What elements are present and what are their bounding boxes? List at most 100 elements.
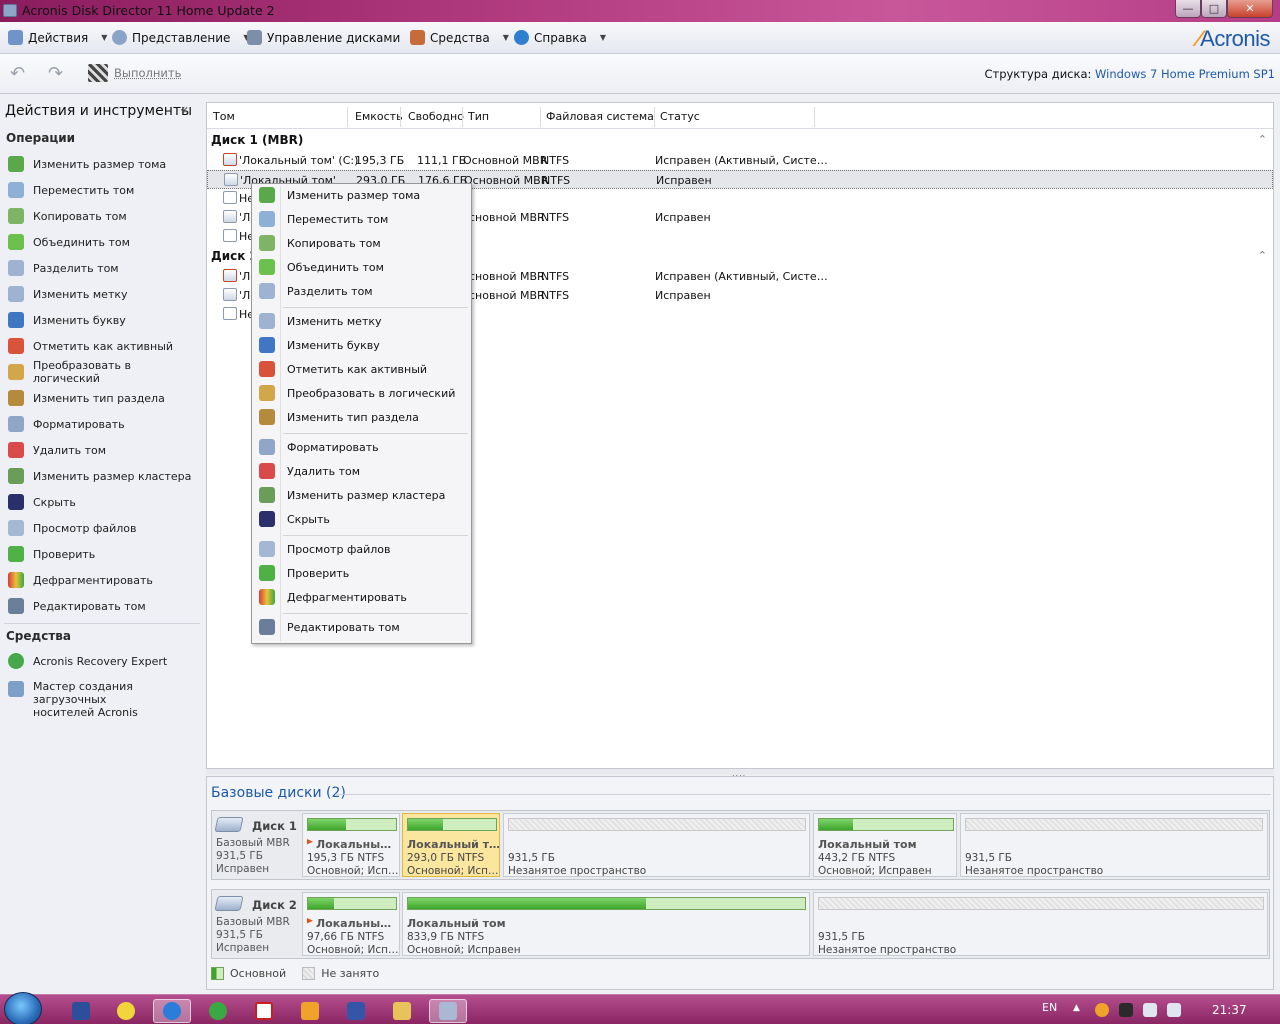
sidebar-item-set-active[interactable]: Отметить как активный (8, 336, 200, 356)
ctx-item-move[interactable]: Переместить том (255, 208, 468, 230)
ctx-item-change-type[interactable]: Изменить тип раздела (255, 406, 468, 428)
volume-row[interactable]: 'Локальный том' (C:) 195,3 ГБ 111,1 ГБ О… (207, 151, 1273, 170)
disk2-info[interactable]: Диск 2 Базовый MBR 931,5 ГБ Исправен (212, 890, 302, 958)
ctx-item-split[interactable]: Разделить том (255, 280, 468, 302)
taskbar-utorrent[interactable] (199, 999, 237, 1023)
column-divider[interactable] (462, 107, 463, 127)
taskbar-internet-explorer[interactable] (153, 999, 191, 1023)
disk1-info[interactable]: Диск 1 Базовый MBR 931,5 ГБ Исправен (212, 811, 302, 879)
clock[interactable]: 21:37 (1212, 1003, 1247, 1017)
ctx-item-convert-logical[interactable]: Преобразовать в логический (255, 382, 468, 404)
sidebar-item-format[interactable]: Форматировать (8, 414, 200, 434)
collapse-chevron-icon[interactable]: ⌃ (1258, 249, 1267, 262)
column-divider[interactable] (347, 107, 348, 127)
menu-disk-management[interactable]: Управление дисками ▼ (247, 30, 419, 45)
ctx-item-check[interactable]: Проверить (255, 562, 468, 584)
column-filesystem[interactable]: Файловая система (546, 110, 654, 123)
taskbar-explorer[interactable] (383, 999, 421, 1023)
sidebar-item-cluster-size[interactable]: Изменить размер кластера (8, 466, 200, 486)
sidebar-item-convert-logical[interactable]: Преобразовать в логический (8, 359, 200, 385)
unallocated-block[interactable]: 931,5 ГБ Незанятое пространство (813, 892, 1268, 956)
sidebar-item-resize[interactable]: Изменить размер тома (8, 154, 200, 174)
ctx-item-label: Удалить том (287, 464, 361, 478)
taskbar-pdf[interactable] (245, 999, 283, 1023)
ctx-item-hide[interactable]: Скрыть (255, 508, 468, 530)
ctx-item-resize[interactable]: Изменить размер тома (255, 184, 468, 206)
ctx-item-copy[interactable]: Копировать том (255, 232, 468, 254)
sidebar-item-delete[interactable]: Удалить том (8, 440, 200, 460)
partition-block[interactable]: Локальный том 443,2 ГБ NTFS Основной; Ис… (813, 813, 957, 877)
unallocated-block[interactable]: 931,5 ГБ Незанятое пространство (503, 813, 810, 877)
disk-structure-link[interactable]: Windows 7 Home Premium SP1 (1095, 67, 1275, 81)
volume-icon[interactable] (1167, 1003, 1181, 1017)
partition-block[interactable]: Локальны… 97,66 ГБ NTFS Основной; Исп… (302, 892, 400, 956)
collapse-chevron-icon[interactable]: ⌃ (1258, 133, 1267, 146)
sidebar-item-edit-volume[interactable]: Редактировать том (8, 596, 200, 616)
menu-tools[interactable]: Средства ▼ (410, 30, 509, 45)
ctx-item-change-letter[interactable]: Изменить букву (255, 334, 468, 356)
ctx-item-set-active[interactable]: Отметить как активный (255, 358, 468, 380)
partition-block[interactable]: Локальный том 833,9 ГБ NTFS Основной; Ис… (402, 892, 810, 956)
sidebar-item-change-letter[interactable]: Изменить букву (8, 310, 200, 330)
menu-actions[interactable]: Действия ▼ (8, 30, 107, 45)
show-hidden-icons[interactable]: ▲ (1073, 1003, 1080, 1017)
menu-help[interactable]: Справка ▼ (514, 30, 606, 45)
partition-block[interactable]: Локальны… 195,3 ГБ NTFS Основной; Исп… (302, 813, 400, 877)
language-indicator[interactable]: EN (1042, 1001, 1057, 1014)
taskbar-calculator[interactable] (337, 999, 375, 1023)
unallocated-block[interactable]: 931,5 ГБ Незанятое пространство (960, 813, 1268, 877)
ctx-item-cluster-size[interactable]: Изменить размер кластера (255, 484, 468, 506)
sidebar-item-recovery-expert[interactable]: Acronis Recovery Expert (8, 651, 200, 671)
taskbar-save[interactable] (62, 999, 100, 1023)
column-status[interactable]: Статус (660, 110, 700, 123)
column-free[interactable]: Свободно (408, 110, 464, 123)
sidebar-item-bootable-media[interactable]: Мастер создания загрузочных носителей Acr… (8, 677, 200, 719)
column-divider[interactable] (814, 107, 815, 127)
sidebar-item-copy[interactable]: Копировать том (8, 206, 200, 226)
sidebar-item-split[interactable]: Разделить том (8, 258, 200, 278)
split-icon (8, 260, 24, 276)
column-divider[interactable] (540, 107, 541, 127)
column-divider[interactable] (400, 107, 401, 127)
sidebar-item-merge[interactable]: Объединить том (8, 232, 200, 252)
taskbar-disk-director[interactable] (429, 999, 467, 1023)
ctx-item-change-label[interactable]: Изменить метку (255, 310, 468, 332)
sidebar-item-defragment[interactable]: Дефрагментировать (8, 570, 200, 590)
network-icon[interactable] (1143, 1003, 1157, 1017)
sidebar-item-move[interactable]: Переместить том (8, 180, 200, 200)
column-volume[interactable]: Том (213, 110, 235, 123)
ctx-item-defragment[interactable]: Дефрагментировать (255, 586, 468, 608)
ctx-item-format[interactable]: Форматировать (255, 436, 468, 458)
ctx-item-edit-volume[interactable]: Редактировать том (255, 616, 468, 638)
sidebar-item-change-label[interactable]: Изменить метку (8, 284, 200, 304)
partition-block-selected[interactable]: Локальный т… 293,0 ГБ NTFS Основной; Исп… (402, 813, 500, 877)
partition-name: Локальны… (307, 838, 391, 851)
sidebar-item-change-type[interactable]: Изменить тип раздела (8, 388, 200, 408)
disk1-map[interactable]: Диск 1 Базовый MBR 931,5 ГБ Исправен Лок… (211, 810, 1270, 880)
tray-app-icon[interactable] (1095, 1003, 1109, 1017)
redo-icon[interactable]: ↷ (48, 63, 63, 84)
ctx-item-delete[interactable]: Удалить том (255, 460, 468, 482)
tray-safely-remove-icon[interactable] (1119, 1003, 1133, 1017)
close-button[interactable]: ✕ (1227, 0, 1273, 18)
menu-view[interactable]: Представление ▼ (112, 30, 250, 45)
minimize-button[interactable]: — (1175, 0, 1201, 18)
column-capacity[interactable]: Емкость (355, 110, 403, 123)
sidebar-item-hide[interactable]: Скрыть (8, 492, 200, 512)
taskbar-smiley[interactable] (107, 999, 145, 1023)
sidebar-item-check[interactable]: Проверить (8, 544, 200, 564)
execute-button[interactable]: Выполнить (88, 64, 181, 82)
maximize-button[interactable]: □ (1201, 0, 1227, 18)
column-type[interactable]: Тип (468, 110, 489, 123)
sidebar-item-browse-files[interactable]: Просмотр файлов (8, 518, 200, 538)
panel-splitter[interactable]: .... (206, 769, 1274, 778)
ctx-item-merge[interactable]: Объединить том (255, 256, 468, 278)
undo-icon[interactable]: ↶ (10, 63, 25, 84)
taskbar-winamp[interactable] (291, 999, 329, 1023)
ctx-item-browse-files[interactable]: Просмотр файлов (255, 538, 468, 560)
column-divider[interactable] (654, 107, 655, 127)
start-button[interactable] (4, 992, 42, 1024)
disk2-map[interactable]: Диск 2 Базовый MBR 931,5 ГБ Исправен Лок… (211, 889, 1270, 959)
collapse-sidebar-button[interactable]: « (180, 102, 189, 118)
disk1-header[interactable]: Диск 1 (MBR) (211, 133, 303, 147)
